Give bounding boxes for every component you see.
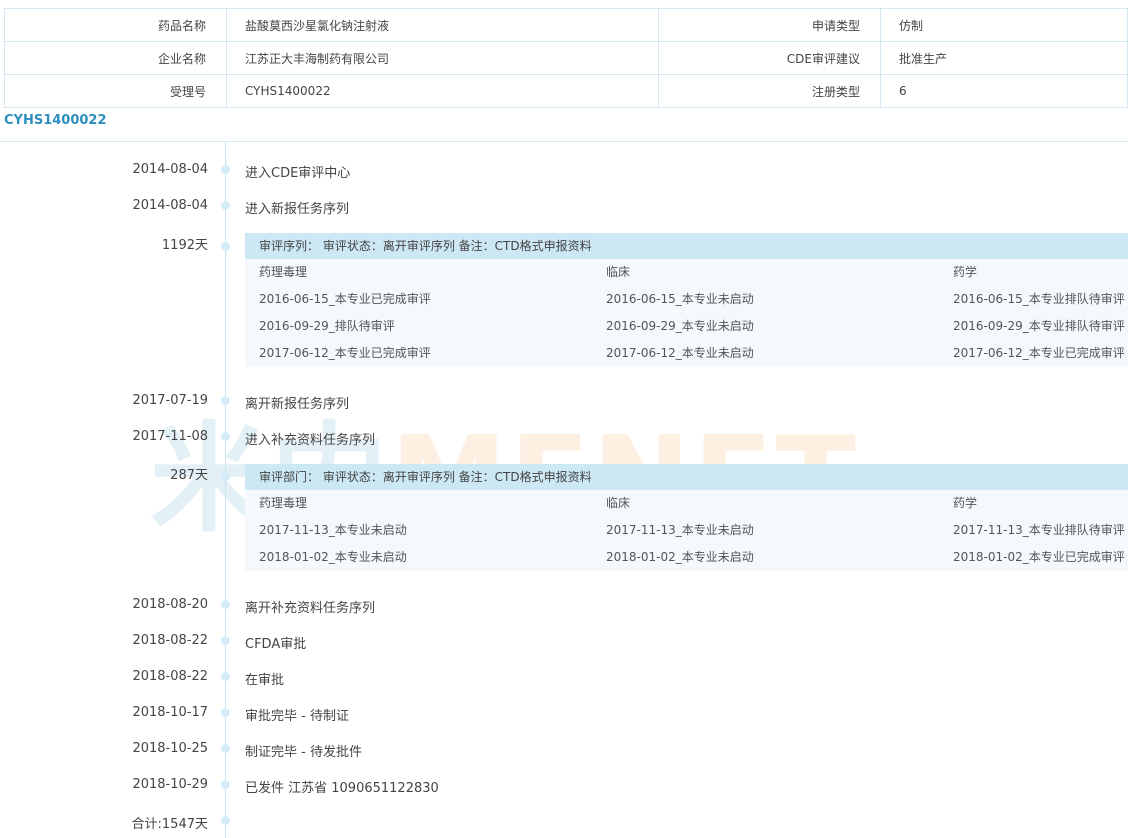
acceptance-number-value: CYHS1400022 [226, 74, 659, 108]
timeline-event: CFDA审批 [245, 637, 307, 652]
timeline-date: 2017-07-19 [132, 393, 208, 408]
cde-suggestion-value: 批准生产 [880, 41, 1128, 75]
timeline-event: 进入补充资料任务序列 [245, 433, 376, 448]
column-header-clinical: 临床 [606, 265, 631, 279]
table-row: 2016-06-15_本专业已完成审评 2016-06-15_本专业未启动 20… [245, 286, 1128, 313]
table-cell: 2017-06-12_本专业未启动 [606, 346, 754, 360]
timeline-total: 合计:1547天 [131, 817, 208, 832]
timeline-date: 2017-11-08 [132, 429, 208, 444]
table-cell: 2016-09-29_排队待审评 [259, 319, 395, 333]
timeline-dot [221, 708, 230, 717]
table-cell: 2018-01-02_本专业已完成审评 [953, 550, 1125, 564]
timeline-dot [221, 432, 230, 441]
timeline-dot [221, 672, 230, 681]
table-cell: 2016-09-29_本专业未启动 [606, 319, 754, 333]
review-box-header: 审评序列： 审评状态：离开审评序列 备注：CTD格式申报资料 [245, 233, 1128, 259]
timeline-dot [221, 242, 230, 251]
column-header-pharmacy: 药学 [953, 265, 978, 279]
table-row: 药品名称 盐酸莫西沙星氯化钠注射液 申请类型 仿制 [4, 8, 1128, 42]
column-header-pharmacy: 药学 [953, 496, 978, 510]
timeline-event: 审批完毕 - 待制证 [245, 709, 349, 724]
review-department-box: 审评部门： 审评状态：离开审评序列 备注：CTD格式申报资料 药理毒理 临床 药… [245, 464, 1128, 571]
timeline-event: 进入CDE审评中心 [245, 166, 351, 181]
table-cell: 2018-01-02_本专业未启动 [606, 550, 754, 564]
timeline-date: 2018-08-22 [132, 669, 208, 684]
registration-type-value: 6 [880, 74, 1128, 108]
timeline-duration: 287天 [170, 468, 208, 483]
timeline-date: 2018-10-25 [132, 741, 208, 756]
column-header-pharmacology: 药理毒理 [259, 496, 308, 510]
company-name-label: 企业名称 [4, 41, 227, 75]
table-cell: 2018-01-02_本专业未启动 [259, 550, 407, 564]
column-header-pharmacology: 药理毒理 [259, 265, 308, 279]
company-name-value: 江苏正大丰海制药有限公司 [226, 41, 659, 75]
review-box-column-headers: 药理毒理 临床 药学 [245, 259, 1128, 286]
drug-info-table: 药品名称 盐酸莫西沙星氯化钠注射液 申请类型 仿制 企业名称 江苏正大丰海制药有… [4, 8, 1128, 108]
table-cell: 2016-06-15_本专业未启动 [606, 292, 754, 306]
timeline-event: 在审批 [245, 673, 285, 688]
timeline-dot [221, 816, 230, 825]
table-cell: 2016-09-29_本专业排队待审评 [953, 319, 1125, 333]
table-row: 2017-06-12_本专业已完成审评 2017-06-12_本专业未启动 20… [245, 340, 1128, 367]
table-row: 受理号 CYHS1400022 注册类型 6 [4, 74, 1128, 108]
timeline-dot [221, 636, 230, 645]
timeline-date: 2018-08-20 [132, 597, 208, 612]
timeline-event: 已发件 江苏省 1090651122830 [245, 781, 439, 796]
timeline-dot [221, 744, 230, 753]
table-row: 2018-01-02_本专业未启动 2018-01-02_本专业未启动 2018… [245, 544, 1128, 571]
application-type-label: 申请类型 [658, 8, 881, 42]
timeline-dot [221, 396, 230, 405]
timeline-event: 进入新报任务序列 [245, 202, 350, 217]
table-cell: 2017-11-13_本专业未启动 [259, 523, 407, 537]
table-cell: 2017-11-13_本专业排队待审评 [953, 523, 1125, 537]
timeline-dot [221, 201, 230, 210]
timeline-date: 2018-10-17 [132, 705, 208, 720]
timeline-dot [221, 600, 230, 609]
timeline-dot [221, 165, 230, 174]
timeline-duration: 1192天 [161, 238, 208, 253]
table-cell: 2016-06-15_本专业排队待审评 [953, 292, 1125, 306]
column-header-clinical: 临床 [606, 496, 631, 510]
timeline-date: 2018-10-29 [132, 777, 208, 792]
review-box-header: 审评部门： 审评状态：离开审评序列 备注：CTD格式申报资料 [245, 464, 1128, 490]
registration-type-label: 注册类型 [658, 74, 881, 108]
timeline-event: 离开补充资料任务序列 [245, 601, 376, 616]
acceptance-code-title: CYHS1400022 [4, 113, 107, 128]
timeline-dot [221, 780, 230, 789]
timeline-event: 离开新报任务序列 [245, 397, 350, 412]
cde-suggestion-label: CDE审评建议 [658, 41, 881, 75]
table-cell: 2017-06-12_本专业已完成审评 [953, 346, 1125, 360]
drug-name-value: 盐酸莫西沙星氯化钠注射液 [226, 8, 659, 42]
table-cell: 2017-06-12_本专业已完成审评 [259, 346, 431, 360]
timeline-date: 2014-08-04 [132, 162, 208, 177]
table-row: 2017-11-13_本专业未启动 2017-11-13_本专业未启动 2017… [245, 517, 1128, 544]
review-sequence-box: 审评序列： 审评状态：离开审评序列 备注：CTD格式申报资料 药理毒理 临床 药… [245, 233, 1128, 367]
table-cell: 2016-06-15_本专业已完成审评 [259, 292, 431, 306]
table-row: 企业名称 江苏正大丰海制药有限公司 CDE审评建议 批准生产 [4, 41, 1128, 75]
table-row: 2016-09-29_排队待审评 2016-09-29_本专业未启动 2016-… [245, 313, 1128, 340]
application-type-value: 仿制 [880, 8, 1128, 42]
timeline-date: 2014-08-04 [132, 198, 208, 213]
timeline-event: 制证完毕 - 待发批件 [245, 745, 362, 760]
divider [0, 141, 1128, 142]
drug-name-label: 药品名称 [4, 8, 227, 42]
acceptance-number-label: 受理号 [4, 74, 227, 108]
timeline-dot [221, 472, 230, 481]
timeline-date: 2018-08-22 [132, 633, 208, 648]
table-cell: 2017-11-13_本专业未启动 [606, 523, 754, 537]
review-box-column-headers: 药理毒理 临床 药学 [245, 490, 1128, 517]
